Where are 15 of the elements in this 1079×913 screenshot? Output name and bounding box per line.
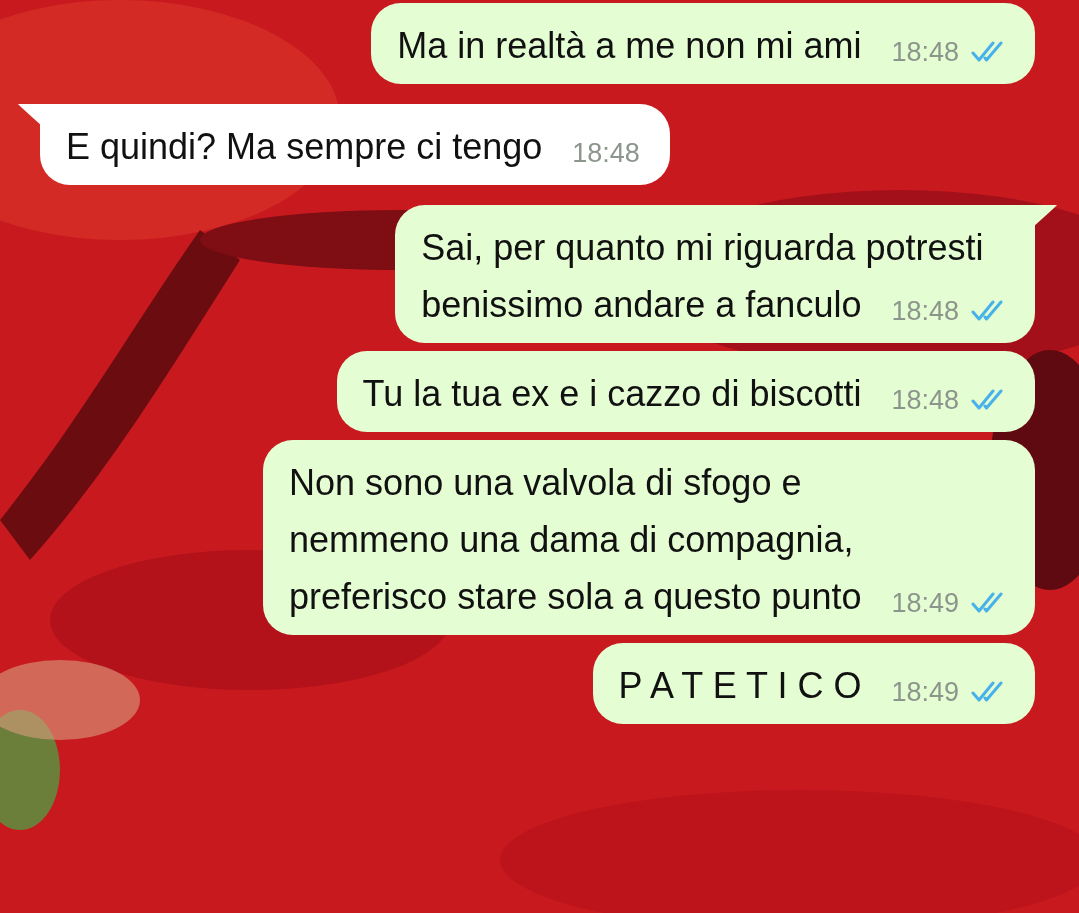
message-time: 18:48 [891,295,959,328]
message-time: 18:49 [891,676,959,709]
message-text: Ma in realtà a me non mi ami [397,24,862,68]
message-time: 18:48 [572,137,640,170]
message-text: E quindi? Ma sempre ci tengo [66,125,543,169]
message-time: 18:49 [891,587,959,620]
message-text: nemmeno una dama di compagnia, [289,518,855,562]
message-text: preferisco stare sola a questo punto [289,575,862,619]
message-time: 18:48 [891,36,959,69]
message-text: Tu la tua ex e i cazzo di biscotti [362,372,862,416]
message-text: Sai, per quanto mi riguarda potresti [421,226,985,270]
message-time: 18:48 [891,384,959,417]
message-text: P A T E T I C O [618,664,862,708]
message-text: Non sono una valvola di sfogo e [289,461,803,505]
message-text: benissimo andare a fanculo [421,283,862,327]
